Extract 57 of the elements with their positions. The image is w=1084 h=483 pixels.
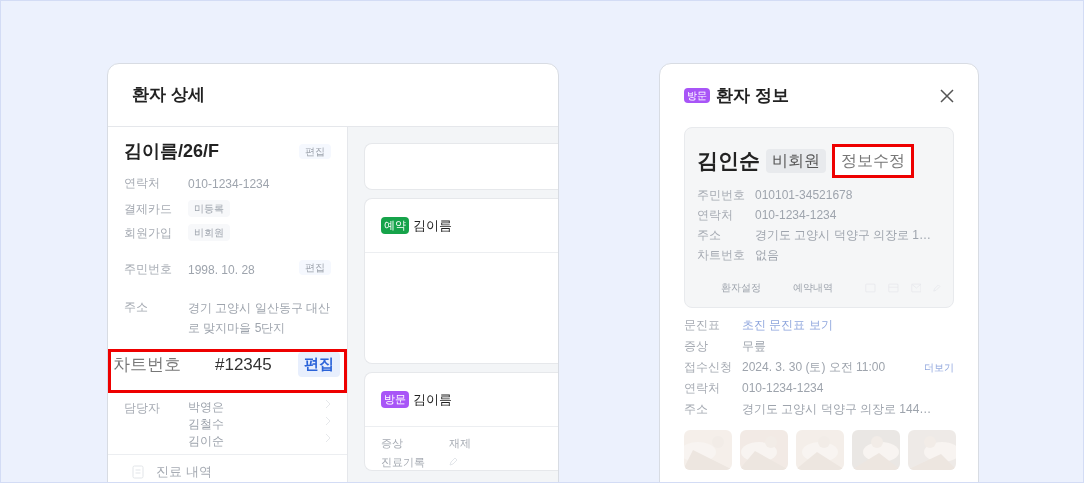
field-label: 연락처 (124, 175, 161, 192)
field-label: 문진표 (684, 317, 721, 334)
staff-row[interactable]: 박영은 (188, 399, 331, 416)
field-label: 연락처 (697, 207, 734, 224)
edit-button[interactable]: 편집 (298, 352, 340, 377)
tag: 방문 (381, 391, 409, 408)
pencil-icon (449, 457, 458, 467)
field-chip: 비회원 (188, 224, 230, 241)
field-label: 담당자 (124, 400, 161, 417)
field-label: 증상 (381, 436, 404, 451)
field-label: 차트번호 (697, 247, 746, 264)
field-label: 진료기록 (381, 454, 426, 470)
panel-title: 환자 상세 (132, 84, 205, 107)
staff-row[interactable]: 김이순 (188, 433, 331, 450)
field-label: 회원가입 (124, 225, 173, 242)
field-label: 증상 (684, 338, 709, 355)
field-label: 연락처 (684, 380, 721, 397)
membership-chip: 비회원 (766, 149, 826, 173)
tag: 방문 (684, 88, 710, 103)
field-label: 주민번호 (124, 261, 173, 278)
field-value: 010101-34521678 (755, 187, 853, 204)
patient-name: 김이름 (413, 216, 452, 235)
field-value: 경기도 고양시 덕양구 의장로 144… (742, 401, 932, 418)
dialog-title: 환자 정보 (716, 84, 789, 107)
field-value: 무릎 (742, 338, 766, 355)
field-value: 2024. 3. 30 (토) 오전 11:00 (742, 359, 886, 376)
questionnaire-link[interactable]: 초진 문진표 보기 (742, 316, 833, 334)
edit-button[interactable]: 편집 (299, 143, 331, 159)
field-value: 010-1234-1234 (188, 176, 271, 193)
field-label: 차트번호 (112, 354, 182, 376)
field-value: 010-1234-1234 (742, 380, 824, 397)
field-value: 경기도 고양시 덕양구 의장로 1… (755, 227, 931, 244)
patient-heading: 김이름/26/F (124, 139, 220, 163)
more-button[interactable]: 더보기 (924, 359, 954, 375)
field-value: 경기 고양시 일산동구 대산로 맞지마을 5단지 (188, 300, 331, 337)
tag: 예약 (381, 217, 409, 234)
edit-info-button[interactable]: 정보수정 (832, 144, 914, 178)
patient-name: 김이름 (413, 390, 452, 409)
field-label: 결제카드 (124, 201, 173, 218)
patient-name: 김인순 (697, 148, 760, 175)
close-button[interactable] (940, 88, 954, 103)
link-button[interactable]: 예약내역 (793, 280, 833, 295)
menu-item[interactable]: 진료 내역 (156, 462, 212, 482)
field-label: 주민번호 (697, 187, 746, 204)
field-label: 접수신청 (684, 359, 733, 376)
field-value: 1998. 10. 28 (188, 262, 256, 279)
field-value: 재제 (449, 436, 471, 451)
staff-row[interactable]: 김철수 (188, 416, 331, 433)
link-button[interactable]: 환자설정 (721, 280, 761, 295)
field-value: 없음 (755, 247, 779, 264)
field-value: #12345 (215, 354, 273, 376)
edit-button[interactable]: 편집 (299, 260, 331, 275)
field-value: 010-1234-1234 (755, 207, 837, 224)
field-label: 주소 (684, 401, 709, 418)
field-label: 주소 (124, 299, 149, 316)
field-label: 주소 (697, 227, 722, 244)
field-chip: 미등록 (188, 200, 230, 217)
